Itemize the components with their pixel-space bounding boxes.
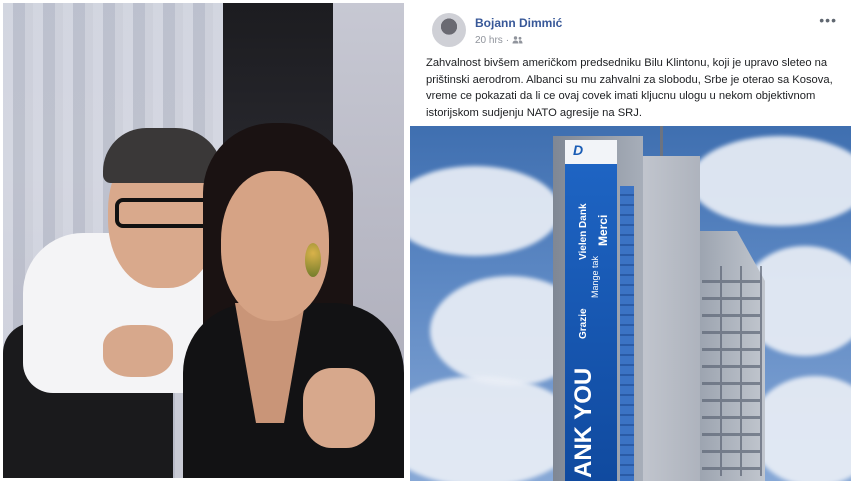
glass-facade <box>620 186 634 481</box>
banner-phrase: Grazie <box>578 308 589 339</box>
meta-separator: · <box>505 35 510 46</box>
author-name[interactable]: Bojann Dimmić <box>475 16 562 30</box>
banner-phrase: Vielen Dank <box>578 203 589 260</box>
profile-avatar[interactable] <box>432 13 466 47</box>
cloud <box>750 376 851 481</box>
more-options-icon[interactable]: ••• <box>819 12 837 28</box>
cloud <box>410 166 560 256</box>
logo: D <box>573 142 584 158</box>
banner-phrase: ANK YOU <box>570 367 597 478</box>
post-time[interactable]: 20 hrs <box>475 35 503 46</box>
cloud <box>690 136 851 226</box>
banner-phrase: Merci <box>596 214 610 246</box>
earring <box>305 243 321 277</box>
post-header: Bojann Dimmić 20 hrs · ••• <box>420 8 851 48</box>
post-image[interactable]: D Vielen Dank Merci Mange tak Grazie ANK… <box>410 126 851 481</box>
social-post: Bojann Dimmić 20 hrs · ••• Zahvalnost biv… <box>410 3 851 481</box>
left-photo <box>3 3 404 478</box>
post-text: Zahvalnost bivšem američkom predsedniku … <box>426 57 833 119</box>
post-meta: 20 hrs · <box>475 35 523 46</box>
antenna <box>660 126 663 158</box>
friends-icon[interactable] <box>512 36 523 44</box>
banner-phrase: Mange tak <box>590 255 600 298</box>
woman-hand <box>303 368 375 448</box>
man-hand <box>103 325 173 377</box>
glasses <box>115 198 211 228</box>
building-windows <box>702 266 762 476</box>
